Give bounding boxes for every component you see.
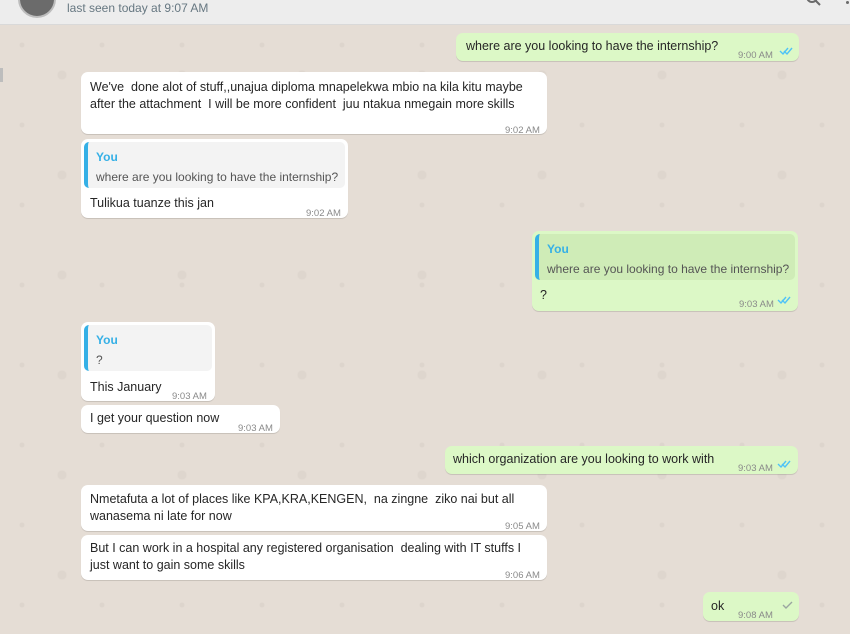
quote-text: ?: [96, 353, 103, 367]
message-time: 9:08 AM: [738, 610, 773, 621]
single-check-icon: [782, 601, 793, 609]
double-check-icon: [777, 296, 791, 305]
message-outgoing[interactable]: ok 9:08 AM: [703, 592, 799, 621]
double-check-icon: [777, 460, 791, 469]
quote-text: where are you looking to have the intern…: [96, 170, 339, 184]
quoted-message[interactable]: You ?: [84, 325, 212, 371]
message-text: Nmetafuta a lot of places like KPA,KRA,K…: [90, 492, 515, 523]
message-incoming[interactable]: Nmetafuta a lot of places like KPA,KRA,K…: [81, 485, 547, 532]
message-time: 9:03 AM: [238, 423, 273, 434]
menu-icon[interactable]: [846, 0, 850, 6]
message-incoming-reply[interactable]: You where are you looking to have the in…: [81, 139, 348, 219]
message-outgoing[interactable]: which organization are you looking to wo…: [445, 446, 798, 474]
message-time: 9:03 AM: [738, 463, 773, 474]
message-text: Tulikua tuanze this jan: [90, 196, 214, 210]
quoted-message[interactable]: You where are you looking to have the in…: [84, 142, 345, 188]
message-text: But I can work in a hospital any registe…: [90, 541, 522, 572]
quote-author: You: [96, 333, 118, 347]
message-time: 9:02 AM: [306, 208, 341, 219]
message-time: 9:00 AM: [738, 50, 773, 61]
message-time: 9:03 AM: [739, 299, 774, 310]
avatar[interactable]: [18, 0, 56, 18]
message-text: which organization are you looking to wo…: [453, 452, 715, 466]
double-check-icon: [779, 47, 793, 56]
message-incoming[interactable]: We've done alot of stuff,,unajua diploma…: [81, 72, 547, 136]
message-time: 9:05 AM: [505, 521, 540, 532]
scroll-handle[interactable]: [0, 68, 3, 82]
message-incoming[interactable]: But I can work in a hospital any registe…: [81, 535, 547, 581]
chat-header: last seen today at 9:07 AM: [0, 0, 850, 25]
search-icon[interactable]: [806, 0, 822, 8]
message-time: 9:03 AM: [172, 391, 207, 402]
message-text: ok: [711, 599, 725, 613]
message-text: I get your question now: [90, 411, 220, 425]
message-text: This January: [90, 380, 162, 394]
message-incoming-reply[interactable]: You ? This January 9:03 AM: [81, 322, 215, 402]
quoted-message[interactable]: You where are you looking to have the in…: [535, 234, 795, 280]
message-text: where are you looking to have the intern…: [466, 39, 719, 53]
message-time: 9:06 AM: [505, 570, 540, 581]
message-outgoing[interactable]: where are you looking to have the intern…: [456, 33, 799, 61]
quote-author: You: [96, 150, 118, 164]
last-seen-status: last seen today at 9:07 AM: [67, 1, 209, 15]
message-text: ?: [540, 288, 547, 302]
quote-text: where are you looking to have the intern…: [547, 262, 790, 276]
message-outgoing-reply[interactable]: You where are you looking to have the in…: [532, 231, 798, 311]
quote-author: You: [547, 242, 569, 256]
message-text: We've done alot of stuff,,unajua diploma…: [90, 80, 523, 111]
message-incoming[interactable]: I get your question now 9:03 AM: [81, 405, 280, 434]
message-time: 9:02 AM: [505, 125, 540, 136]
